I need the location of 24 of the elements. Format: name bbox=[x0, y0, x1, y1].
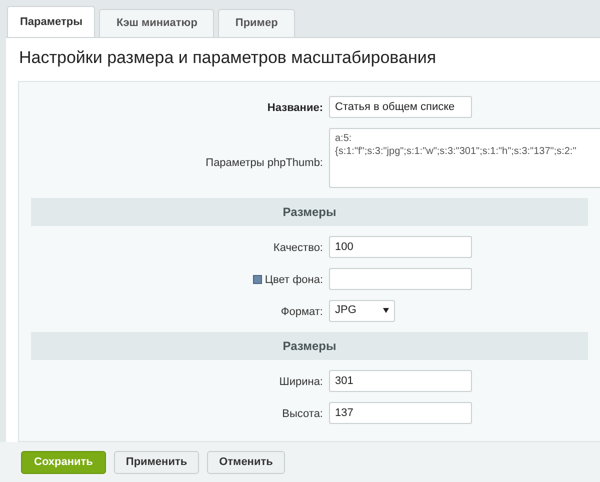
tab[interactable]: Пример bbox=[218, 9, 295, 37]
field-label: Ширина: bbox=[279, 374, 323, 390]
field-label: Формат: bbox=[280, 304, 323, 320]
format-select[interactable]: JPG bbox=[329, 300, 395, 322]
section-header: Размеры bbox=[31, 332, 588, 360]
page-heading: Настройки размера и параметров масштабирования bbox=[18, 47, 438, 69]
input-field[interactable]: 301 bbox=[329, 370, 472, 392]
input-field[interactable]: Статья в общем списке bbox=[329, 96, 472, 118]
tab[interactable]: Кэш миниатюр bbox=[99, 9, 214, 37]
field-label: Качество: bbox=[273, 240, 323, 256]
field-label: Параметры phpThumb: bbox=[206, 156, 323, 170]
section-header: Размеры bbox=[31, 198, 588, 226]
tab[interactable]: Параметры bbox=[7, 6, 96, 37]
input-field[interactable]: 100 bbox=[329, 236, 472, 258]
field-label: Название: bbox=[267, 100, 323, 116]
field-label: Цвет фона: bbox=[264, 272, 323, 288]
input-field[interactable]: 137 bbox=[329, 402, 472, 424]
input-field[interactable] bbox=[329, 268, 472, 290]
action-button[interactable]: Отменить bbox=[207, 450, 285, 474]
textarea-field[interactable]: a:5: {s:1:"f";s:3:"jpg";s:1:"w";s:3:"301";s:1:"h";s:3:"137";s:2:" bbox=[329, 128, 600, 188]
caret-icon bbox=[383, 308, 389, 313]
action-button[interactable]: Применить bbox=[114, 450, 200, 474]
field-label: Высота: bbox=[282, 406, 323, 422]
help-icon[interactable] bbox=[252, 275, 262, 284]
